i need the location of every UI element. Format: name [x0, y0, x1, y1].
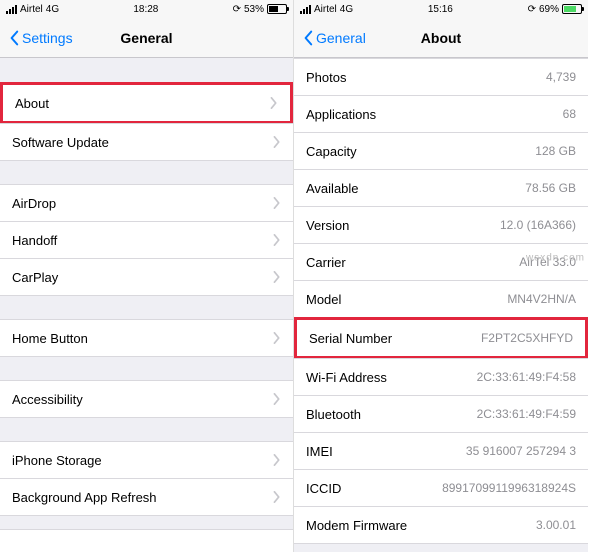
applications-row[interactable]: Applications 68 — [294, 95, 588, 133]
battery-icon — [562, 4, 582, 14]
carplay-row[interactable]: CarPlay — [0, 258, 293, 296]
iccid-row[interactable]: ICCID 8991709911996318924S — [294, 469, 588, 507]
status-bar: Airtel 4G 15:16 ⟳ 69% — [294, 0, 588, 18]
battery-pct: 53% — [244, 4, 264, 15]
chevron-right-icon — [273, 197, 281, 209]
row-label: Capacity — [306, 144, 357, 159]
about-row[interactable]: About — [3, 85, 290, 121]
row-value: 3.00.01 — [536, 518, 576, 532]
handoff-label: Handoff — [12, 233, 57, 248]
software-update-label: Software Update — [12, 135, 109, 150]
row-label: Carrier — [306, 255, 346, 270]
iphone-storage-row[interactable]: iPhone Storage — [0, 441, 293, 479]
nav-bar: Settings General — [0, 18, 293, 58]
row-label: Bluetooth — [306, 407, 361, 422]
chevron-right-icon — [273, 234, 281, 246]
row-label: IMEI — [306, 444, 333, 459]
row-value: 4,739 — [546, 70, 576, 84]
status-time: 18:28 — [133, 4, 158, 15]
orientation-lock-icon: ⟳ — [528, 4, 536, 15]
chevron-left-icon — [302, 30, 314, 46]
photos-row[interactable]: Photos 4,739 — [294, 58, 588, 96]
network-label: 4G — [46, 4, 59, 15]
background-app-refresh-row[interactable]: Background App Refresh — [0, 478, 293, 516]
airdrop-row[interactable]: AirDrop — [0, 184, 293, 222]
about-row-highlight: About — [0, 82, 293, 123]
carplay-label: CarPlay — [12, 270, 58, 285]
row-value: MN4V2HN/A — [507, 292, 576, 306]
chevron-right-icon — [273, 393, 281, 405]
carrier-label: Airtel — [314, 4, 337, 15]
back-label: Settings — [22, 30, 73, 46]
serial-number-row[interactable]: Serial Number F2PT2C5XHFYD — [297, 320, 585, 356]
chevron-right-icon — [270, 97, 278, 109]
software-update-row[interactable]: Software Update — [0, 123, 293, 161]
row-value: 2C:33:61:49:F4:59 — [477, 407, 576, 421]
carrier-label: Airtel — [20, 4, 43, 15]
back-button[interactable]: Settings — [8, 30, 73, 46]
row-label: Applications — [306, 107, 376, 122]
handoff-row[interactable]: Handoff — [0, 221, 293, 259]
chevron-left-icon — [8, 30, 20, 46]
row-label: Photos — [306, 70, 346, 85]
status-bar: Airtel 4G 18:28 ⟳ 53% — [0, 0, 293, 18]
chevron-right-icon — [273, 332, 281, 344]
row-value: 128 GB — [535, 144, 576, 158]
row-value: F2PT2C5XHFYD — [481, 331, 573, 345]
accessibility-label: Accessibility — [12, 392, 83, 407]
row-value: 12.0 (16A366) — [500, 218, 576, 232]
row-value: 78.56 GB — [525, 181, 576, 195]
watermark: wsxdn.com — [526, 253, 585, 264]
row-label: Version — [306, 218, 349, 233]
capacity-row[interactable]: Capacity 128 GB — [294, 132, 588, 170]
chevron-right-icon — [273, 491, 281, 503]
row-label: Model — [306, 292, 341, 307]
chevron-right-icon — [273, 454, 281, 466]
bluetooth-row[interactable]: Bluetooth 2C:33:61:49:F4:59 — [294, 395, 588, 433]
row-value: 35 916007 257294 3 — [466, 444, 576, 458]
screen-general: Airtel 4G 18:28 ⟳ 53% Settings General A… — [0, 0, 294, 552]
modem-firmware-row[interactable]: Modem Firmware 3.00.01 — [294, 506, 588, 544]
row-label: Modem Firmware — [306, 518, 407, 533]
chevron-right-icon — [273, 136, 281, 148]
status-time: 15:16 — [428, 4, 453, 15]
orientation-lock-icon: ⟳ — [233, 4, 241, 15]
back-button[interactable]: General — [302, 30, 366, 46]
battery-icon — [267, 4, 287, 14]
model-row[interactable]: Model MN4V2HN/A — [294, 280, 588, 318]
signal-icon — [300, 5, 311, 14]
iphone-storage-label: iPhone Storage — [12, 453, 102, 468]
version-row[interactable]: Version 12.0 (16A366) — [294, 206, 588, 244]
row-label: ICCID — [306, 481, 341, 496]
wifi-address-row[interactable]: Wi-Fi Address 2C:33:61:49:F4:58 — [294, 358, 588, 396]
row-label: Available — [306, 181, 359, 196]
row-value: 8991709911996318924S — [442, 481, 576, 495]
about-label: About — [15, 96, 49, 111]
home-button-row[interactable]: Home Button — [0, 319, 293, 357]
cutoff-row — [0, 529, 293, 553]
airdrop-label: AirDrop — [12, 196, 56, 211]
back-label: General — [316, 30, 366, 46]
background-app-refresh-label: Background App Refresh — [12, 490, 157, 505]
row-value: 68 — [563, 107, 576, 121]
row-label: Wi-Fi Address — [306, 370, 387, 385]
available-row[interactable]: Available 78.56 GB — [294, 169, 588, 207]
home-button-label: Home Button — [12, 331, 88, 346]
battery-pct: 69% — [539, 4, 559, 15]
row-value: 2C:33:61:49:F4:58 — [477, 370, 576, 384]
row-label: Serial Number — [309, 331, 392, 346]
screen-about: Airtel 4G 15:16 ⟳ 69% General About Phot… — [294, 0, 588, 552]
signal-icon — [6, 5, 17, 14]
network-label: 4G — [340, 4, 353, 15]
chevron-right-icon — [273, 271, 281, 283]
nav-bar: General About — [294, 18, 588, 58]
imei-row[interactable]: IMEI 35 916007 257294 3 — [294, 432, 588, 470]
serial-number-highlight: Serial Number F2PT2C5XHFYD — [294, 317, 588, 358]
accessibility-row[interactable]: Accessibility — [0, 380, 293, 418]
